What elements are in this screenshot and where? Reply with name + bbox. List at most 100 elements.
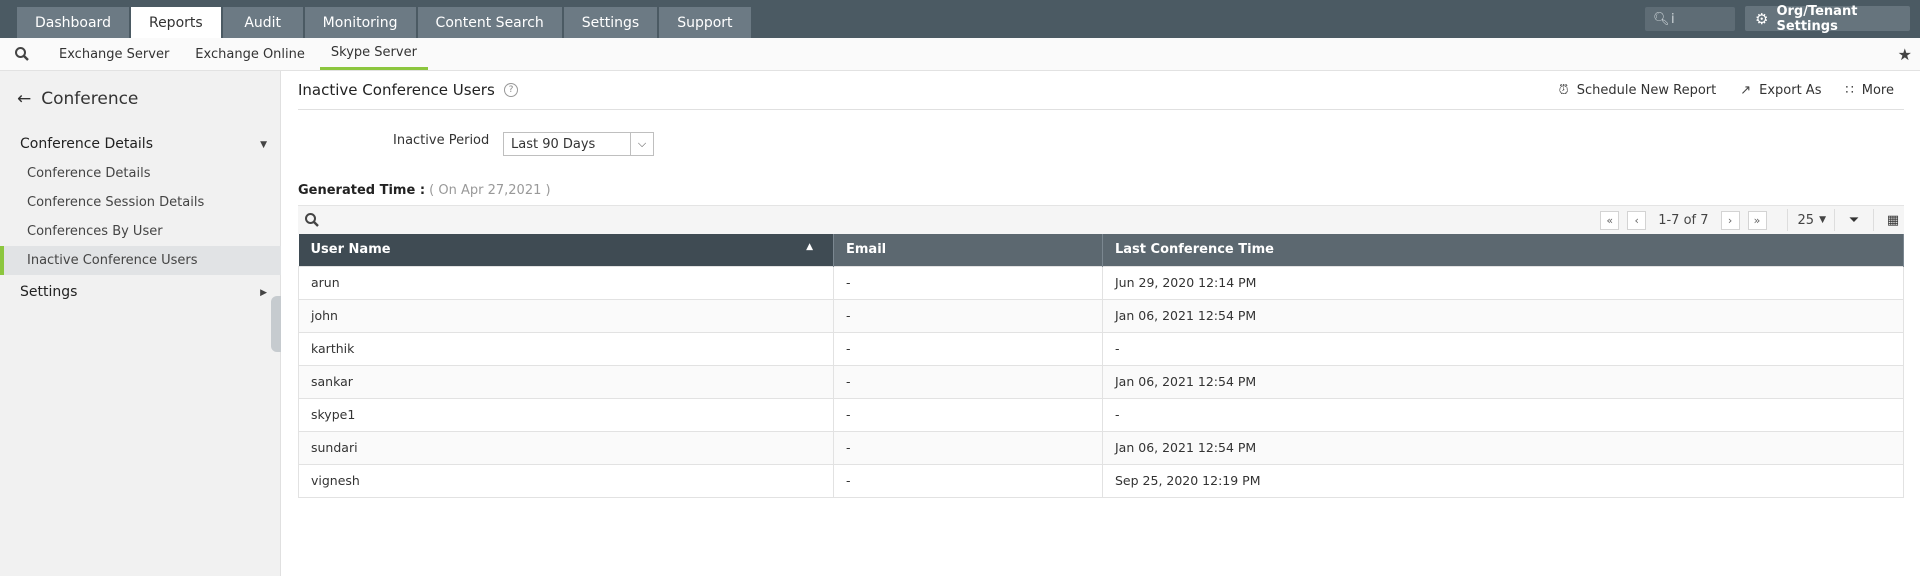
caret-down-icon: ▼: [260, 140, 267, 150]
column-header-last-conference-time[interactable]: Last Conference Time: [1102, 234, 1904, 266]
cell-last-conference-time: -: [1102, 331, 1904, 366]
cell-last-conference-time: Jan 06, 2021 12:54 PM: [1102, 430, 1904, 465]
sidebar-item-inactive-conference-users[interactable]: Inactive Conference Users: [0, 246, 281, 275]
export-icon: ↗: [1740, 83, 1752, 98]
divider: [1873, 209, 1874, 231]
cell-user-name: arun: [298, 265, 834, 300]
search-icon: 🔍︎: [1653, 11, 1670, 27]
sidebar: ← Conference Conference Details ▼ Confer…: [0, 71, 281, 576]
sidebar-item-conference-details[interactable]: Conference Details: [0, 159, 281, 188]
favorite-star-icon[interactable]: ★: [1898, 45, 1912, 64]
sidebar-item-label: Conference Session Details: [27, 195, 205, 210]
arrow-left-icon: ←: [17, 89, 32, 109]
cell-email: -: [833, 331, 1103, 366]
report-actions: ⏰︎ Schedule New Report ↗ Export As ∷ Mor…: [1535, 83, 1894, 98]
subtab-exchange-server[interactable]: Exchange Server: [48, 38, 180, 70]
top-nav: Dashboard Reports Audit Monitoring Conte…: [0, 0, 1920, 38]
gear-icon: ⚙: [1755, 9, 1769, 28]
inactive-period-select[interactable]: Last 90 Days ⌵: [503, 132, 654, 156]
table-row[interactable]: skype1 - -: [298, 397, 1904, 432]
cell-email: -: [833, 397, 1103, 432]
subtab-skype-server[interactable]: Skype Server: [319, 38, 428, 70]
table-row[interactable]: sankar - Jan 06, 2021 12:54 PM: [298, 364, 1904, 399]
per-page-value: 25: [1797, 212, 1815, 228]
help-icon[interactable]: ?: [504, 83, 518, 97]
sidebar-item-conference-session-details[interactable]: Conference Session Details: [0, 188, 281, 217]
sidebar-group-label: Settings: [20, 284, 78, 300]
caret-right-icon: ▶: [260, 288, 267, 298]
page-range: 1-7 of 7: [1658, 212, 1709, 228]
prev-page-button[interactable]: ‹: [1627, 210, 1647, 230]
cell-email: -: [833, 298, 1103, 333]
export-as-label: Export As: [1759, 83, 1822, 98]
more-icon: ∷: [1845, 83, 1854, 98]
column-header-label: Last Conference Time: [1115, 242, 1274, 258]
tab-reports[interactable]: Reports: [130, 7, 221, 38]
caret-down-icon: ▼: [1819, 215, 1826, 225]
sidebar-item-conferences-by-user[interactable]: Conferences By User: [0, 217, 281, 246]
column-header-email[interactable]: Email: [833, 234, 1103, 266]
table-row[interactable]: vignesh - Sep 25, 2020 12:19 PM: [298, 463, 1904, 498]
generated-time-value: ( On Apr 27,2021 ): [429, 183, 551, 198]
cell-last-conference-time: Jan 06, 2021 12:54 PM: [1102, 364, 1904, 399]
last-page-button[interactable]: »: [1747, 210, 1767, 230]
sidebar-item-label: Conferences By User: [27, 224, 163, 239]
more-button[interactable]: ∷ More: [1845, 83, 1894, 98]
tab-content-search[interactable]: Content Search: [417, 7, 562, 38]
table-toolbar: « ‹ 1-7 of 7 › » 25 ▼ ⏷︎ ▦: [298, 205, 1904, 234]
inactive-period-label: Inactive Period: [393, 133, 490, 148]
tab-dashboard[interactable]: Dashboard: [17, 7, 129, 38]
cell-user-name: skype1: [298, 397, 834, 432]
inactive-period-value: Last 90 Days: [511, 136, 596, 152]
cell-email: -: [833, 430, 1103, 465]
cell-email: -: [833, 265, 1103, 300]
table-row[interactable]: karthik - -: [298, 331, 1904, 366]
tab-monitoring[interactable]: Monitoring: [304, 7, 416, 38]
schedule-new-report-button[interactable]: ⏰︎ Schedule New Report: [1559, 83, 1717, 98]
tab-audit[interactable]: Audit: [222, 7, 303, 38]
sub-nav: Exchange Server Exchange Online Skype Se…: [0, 38, 1920, 71]
column-header-label: User Name: [310, 242, 391, 258]
first-page-button[interactable]: «: [1600, 210, 1620, 230]
table-row[interactable]: john - Jan 06, 2021 12:54 PM: [298, 298, 1904, 333]
global-search-value: i: [1671, 11, 1675, 27]
column-settings-icon[interactable]: ▦: [1882, 213, 1904, 228]
sidebar-collapse-handle[interactable]: [271, 296, 281, 352]
next-page-button[interactable]: ›: [1720, 210, 1740, 230]
per-page-select[interactable]: 25 ▼: [1786, 209, 1826, 231]
subtab-exchange-online[interactable]: Exchange Online: [184, 38, 316, 70]
table-header-row: User Name ▲ Email Last Conference Time: [298, 234, 1904, 266]
sidebar-item-label: Conference Details: [27, 166, 151, 181]
divider: [1834, 209, 1835, 231]
table-search-icon[interactable]: [304, 212, 320, 232]
org-tenant-settings-button[interactable]: ⚙ Org/Tenant Settings: [1745, 3, 1910, 34]
cell-email: -: [833, 463, 1103, 498]
cell-user-name: sankar: [298, 364, 834, 399]
divider: [298, 109, 1904, 110]
cell-email: -: [833, 364, 1103, 399]
back-button[interactable]: ← Conference: [17, 89, 138, 109]
tab-settings[interactable]: Settings: [563, 7, 658, 38]
org-tenant-settings-label: Org/Tenant Settings: [1776, 3, 1858, 34]
search-settings-icon[interactable]: [14, 46, 30, 66]
generated-time: Generated Time : ( On Apr 27,2021 ): [298, 183, 551, 198]
cell-last-conference-time: Jan 06, 2021 12:54 PM: [1102, 298, 1904, 333]
sidebar-group-conference-details[interactable]: Conference Details ▼: [20, 136, 281, 152]
filter-icon[interactable]: ⏷︎: [1843, 213, 1865, 228]
generated-time-label: Generated Time :: [298, 183, 426, 198]
cell-user-name: vignesh: [298, 463, 834, 498]
page-title: Inactive Conference Users: [298, 81, 495, 99]
report-table: User Name ▲ Email Last Conference Time a…: [298, 234, 1904, 498]
sort-ascending-icon: ▲: [806, 242, 813, 253]
export-as-button[interactable]: ↗ Export As: [1740, 83, 1821, 98]
chevron-down-icon[interactable]: ⌵: [630, 133, 653, 155]
column-header-label: Email: [846, 242, 887, 258]
column-header-user-name[interactable]: User Name ▲: [298, 234, 834, 266]
table-row[interactable]: sundari - Jan 06, 2021 12:54 PM: [298, 430, 1904, 465]
table-row[interactable]: arun - Jun 29, 2020 12:14 PM: [298, 265, 1904, 300]
sidebar-group-settings[interactable]: Settings ▶: [20, 284, 281, 300]
main-tabs: Dashboard Reports Audit Monitoring Conte…: [17, 7, 753, 38]
tab-support[interactable]: Support: [659, 7, 751, 38]
cell-last-conference-time: Jun 29, 2020 12:14 PM: [1102, 265, 1904, 300]
global-search-input[interactable]: 🔍︎ i: [1645, 7, 1735, 31]
